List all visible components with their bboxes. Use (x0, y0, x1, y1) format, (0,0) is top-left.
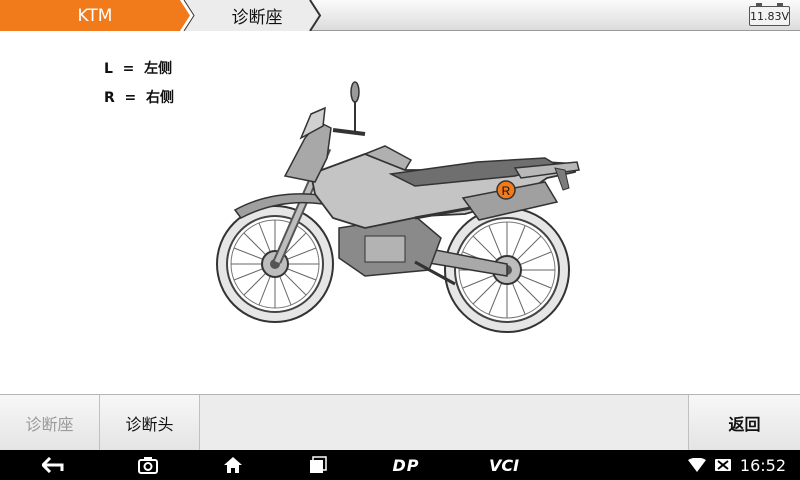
system-nav-bar: DP VCI 16:52 (0, 450, 800, 480)
marker-label: R (502, 184, 511, 198)
battery-voltage: 11.83V (749, 3, 790, 26)
status-area: 16:52 (687, 450, 786, 480)
camera-icon[interactable] (133, 450, 163, 480)
vci-button[interactable]: VCI (484, 450, 524, 480)
wifi-icon (687, 458, 706, 472)
breadcrumb: KTM 诊断座 11.83V (0, 0, 800, 31)
breadcrumb-item-ktm[interactable]: KTM (0, 0, 190, 31)
back-button[interactable]: 返回 (688, 395, 800, 451)
handlebar (332, 128, 366, 136)
battery-voltage-label: 11.83V (750, 9, 790, 23)
screen: KTM 诊断座 11.83V L = 左侧 R = 右侧 R 诊断座 诊断头 返… (0, 0, 800, 480)
function-bar: 诊断座 诊断头 返回 (0, 394, 800, 451)
legend-right: R = 右侧 (104, 90, 175, 106)
recent-apps-icon[interactable] (303, 450, 333, 480)
connector-location-marker: R (496, 180, 516, 200)
mirror (350, 81, 360, 103)
front-wheel (216, 205, 334, 323)
diagnostic-head-button[interactable]: 诊断头 (100, 395, 200, 451)
dp-button[interactable]: DP (386, 450, 426, 480)
side-legend: L = 左侧 R = 右侧 (104, 58, 174, 116)
clock: 16:52 (739, 455, 786, 475)
diagnostic-seat-button[interactable]: 诊断座 (0, 395, 100, 451)
breadcrumb-item-diagnostic-seat: 诊断座 (231, 8, 283, 28)
home-icon[interactable] (218, 450, 248, 480)
legend-left: L = 左侧 (104, 61, 173, 77)
back-icon[interactable] (38, 450, 68, 480)
no-sim-icon (714, 459, 731, 471)
engine-cover (364, 235, 406, 263)
motorcycle-diagram: R (216, 81, 580, 333)
